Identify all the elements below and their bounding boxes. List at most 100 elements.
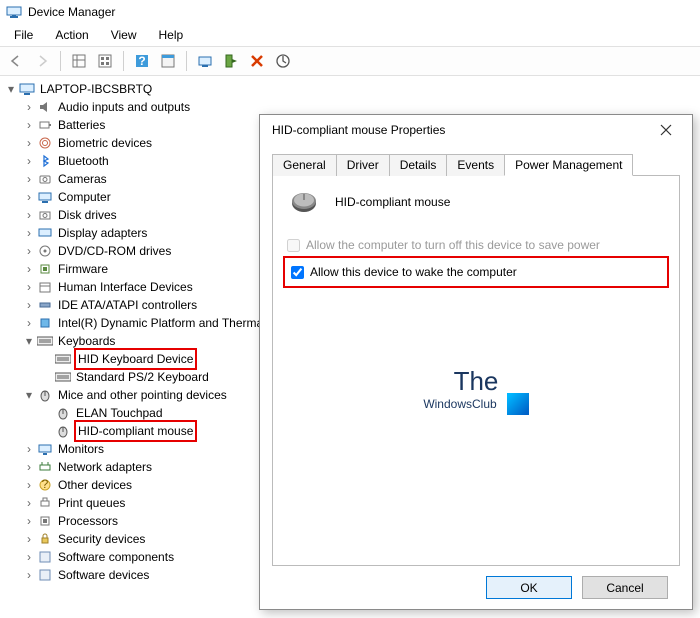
toolbar-scan-icon[interactable] <box>271 49 295 73</box>
tree-label[interactable]: Cameras <box>56 170 109 188</box>
tree-label[interactable]: Standard PS/2 Keyboard <box>74 368 211 386</box>
tree-label[interactable]: Human Interface Devices <box>56 278 195 296</box>
tab-details[interactable]: Details <box>389 154 448 176</box>
tree-label[interactable]: Audio inputs and outputs <box>56 98 192 116</box>
toolbar-separator <box>123 51 124 71</box>
dialog-title-bar[interactable]: HID-compliant mouse Properties <box>260 115 692 145</box>
tree-label[interactable]: Mice and other pointing devices <box>56 386 229 404</box>
network-icon <box>36 459 54 475</box>
expand-icon[interactable]: › <box>22 476 36 494</box>
expand-icon[interactable]: › <box>22 224 36 242</box>
tree-label-highlighted[interactable]: HID-compliant mouse <box>74 420 197 442</box>
close-icon <box>660 124 672 136</box>
tab-power-management[interactable]: Power Management <box>504 154 633 176</box>
tree-label[interactable]: Firmware <box>56 260 110 278</box>
checkbox-wake-computer[interactable]: Allow this device to wake the computer <box>291 265 661 279</box>
checkbox-input[interactable] <box>291 266 304 279</box>
checkbox-label: Allow this device to wake the computer <box>310 265 517 279</box>
highlighted-option: Allow this device to wake the computer <box>283 256 669 288</box>
toolbar-back-icon[interactable] <box>4 49 28 73</box>
menu-view[interactable]: View <box>101 26 147 44</box>
expand-icon[interactable]: › <box>22 566 36 584</box>
tab-general[interactable]: General <box>272 154 337 176</box>
tab-page-power-management: HID-compliant mouse Allow the computer t… <box>272 176 680 566</box>
tree-label[interactable]: Other devices <box>56 476 134 494</box>
expand-icon[interactable]: › <box>22 170 36 188</box>
menu-action[interactable]: Action <box>45 26 98 44</box>
expand-icon[interactable]: › <box>22 440 36 458</box>
tab-driver[interactable]: Driver <box>336 154 390 176</box>
toolbar-uninstall-icon[interactable] <box>245 49 269 73</box>
tree-label-highlighted[interactable]: HID Keyboard Device <box>74 348 197 370</box>
chip-icon <box>36 315 54 331</box>
tree-label[interactable]: DVD/CD-ROM drives <box>56 242 173 260</box>
camera-icon <box>36 171 54 187</box>
expand-icon[interactable]: › <box>22 206 36 224</box>
tree-label[interactable]: Security devices <box>56 530 147 548</box>
security-icon <box>36 531 54 547</box>
tree-label[interactable]: Biometric devices <box>56 134 154 152</box>
toolbar-separator <box>60 51 61 71</box>
tree-label[interactable]: Software components <box>56 548 176 566</box>
expand-icon[interactable]: › <box>22 116 36 134</box>
menu-help[interactable]: Help <box>149 26 194 44</box>
expand-icon[interactable]: › <box>22 512 36 530</box>
toolbar-show-hidden-icon[interactable] <box>67 49 91 73</box>
menu-bar: File Action View Help <box>0 24 700 46</box>
checkbox-input <box>287 239 300 252</box>
tree-label[interactable]: Bluetooth <box>56 152 111 170</box>
menu-file[interactable]: File <box>4 26 43 44</box>
tab-events[interactable]: Events <box>446 154 505 176</box>
checkbox-label: Allow the computer to turn off this devi… <box>306 238 600 252</box>
expand-icon[interactable]: › <box>22 458 36 476</box>
computer-icon <box>18 81 36 97</box>
tree-label[interactable]: IDE ATA/ATAPI controllers <box>56 296 199 314</box>
collapse-icon[interactable]: ▾ <box>22 332 36 350</box>
computer-icon <box>36 189 54 205</box>
toolbar-enable-icon[interactable] <box>219 49 243 73</box>
tree-label[interactable]: Display adapters <box>56 224 149 242</box>
expand-icon[interactable]: ▾ <box>4 80 18 98</box>
expand-icon[interactable]: › <box>22 530 36 548</box>
toolbar-forward-icon[interactable] <box>30 49 54 73</box>
expand-icon[interactable]: › <box>22 548 36 566</box>
collapse-icon[interactable]: ▾ <box>22 386 36 404</box>
tree-label[interactable]: Monitors <box>56 440 106 458</box>
expand-icon[interactable]: › <box>22 152 36 170</box>
processor-icon <box>36 513 54 529</box>
printer-icon <box>36 495 54 511</box>
window-title-bar: Device Manager <box>0 0 700 24</box>
toolbar-view-icon[interactable] <box>93 49 117 73</box>
display-icon <box>36 225 54 241</box>
tree-label[interactable]: Software devices <box>56 566 151 584</box>
expand-icon[interactable]: › <box>22 494 36 512</box>
tree-label[interactable]: Print queues <box>56 494 127 512</box>
expand-icon[interactable]: › <box>22 296 36 314</box>
mouse-icon <box>54 405 72 421</box>
tree-root-label[interactable]: LAPTOP-IBCSBRTQ <box>38 80 154 98</box>
software-icon <box>36 549 54 565</box>
expand-icon[interactable]: › <box>22 278 36 296</box>
expand-icon[interactable]: › <box>22 188 36 206</box>
tree-label[interactable]: Disk drives <box>56 206 119 224</box>
tree-label[interactable]: Processors <box>56 512 120 530</box>
expand-icon[interactable]: › <box>22 242 36 260</box>
tree-label[interactable]: Network adapters <box>56 458 154 476</box>
toolbar-update-driver-icon[interactable] <box>193 49 217 73</box>
expand-icon[interactable]: › <box>22 98 36 116</box>
cancel-button[interactable]: Cancel <box>582 576 668 599</box>
expand-icon[interactable]: › <box>22 134 36 152</box>
tree-root[interactable]: ▾ LAPTOP-IBCSBRTQ <box>4 80 700 98</box>
tree-label[interactable]: Computer <box>56 188 113 206</box>
hid-icon <box>36 279 54 295</box>
ok-button[interactable]: OK <box>486 576 572 599</box>
close-button[interactable] <box>648 118 684 142</box>
device-name-label: HID-compliant mouse <box>335 195 450 209</box>
tree-label[interactable]: Batteries <box>56 116 107 134</box>
dialog-title: HID-compliant mouse Properties <box>272 123 445 137</box>
watermark: The WindowsClub <box>273 366 679 415</box>
toolbar-help-icon[interactable]: ? <box>130 49 154 73</box>
toolbar-properties-icon[interactable] <box>156 49 180 73</box>
expand-icon[interactable]: › <box>22 260 36 278</box>
expand-icon[interactable]: › <box>22 314 36 332</box>
